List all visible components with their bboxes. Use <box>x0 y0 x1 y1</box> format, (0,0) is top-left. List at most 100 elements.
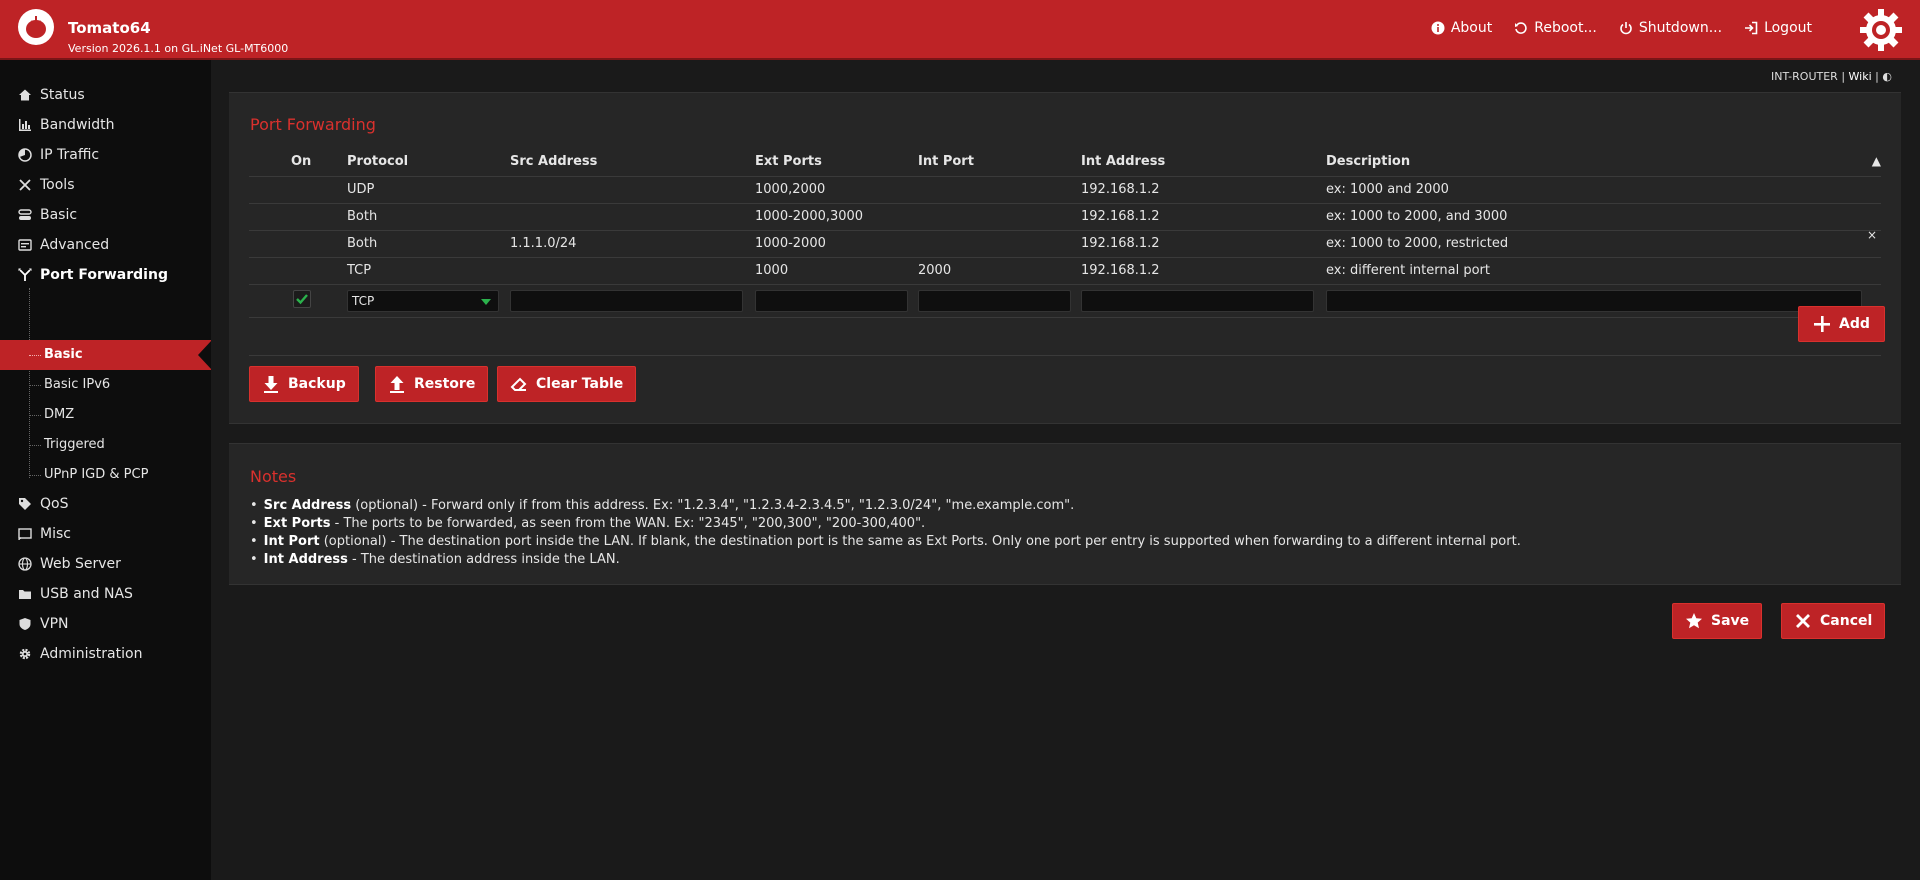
table-row[interactable]: TCP 1000 2000 192.168.1.2 ex: different … <box>249 257 1881 285</box>
row-spacer <box>249 203 291 231</box>
sidebar-subitem-dmz[interactable]: DMZ <box>44 407 74 422</box>
star-icon <box>1686 613 1702 629</box>
cancel-button[interactable]: Cancel <box>1781 603 1886 639</box>
sidebar-item-administration[interactable]: Administration <box>18 644 142 664</box>
cell-ext <box>755 284 918 318</box>
sidebar-item-tools[interactable]: Tools <box>18 175 75 195</box>
col-ext-ports[interactable]: Ext Ports <box>755 148 918 177</box>
sidebar-item-qos[interactable]: QoS <box>18 494 68 514</box>
col-src-address[interactable]: Src Address <box>510 148 755 177</box>
cell-int-addr <box>1081 284 1326 318</box>
sidebar-subitem-triggered[interactable]: Triggered <box>44 437 105 452</box>
sidebar-item-port-forwarding[interactable]: Port Forwarding <box>18 265 168 285</box>
sidebar-item-status[interactable]: Status <box>18 85 85 105</box>
notes-title: Notes <box>250 467 297 486</box>
table-row[interactable]: Both 1000-2000,3000 192.168.1.2 ex: 1000… <box>249 203 1881 231</box>
sidebar-item-advanced[interactable]: Advanced <box>18 235 109 255</box>
int-address-input[interactable] <box>1081 289 1314 312</box>
port-forwarding-panel: Port Forwarding On Protocol Src Address … <box>229 92 1901 424</box>
sidebar-item-web-server[interactable]: Web Server <box>18 554 121 574</box>
col-description[interactable]: Description ▲ <box>1326 148 1881 177</box>
sidebar-item-usb-nas[interactable]: USB and NAS <box>18 584 133 604</box>
crumb-separator: | <box>1841 70 1846 83</box>
note-text: (optional) - Forward only if from this a… <box>351 498 1075 513</box>
cell-desc: ex: different internal port <box>1326 257 1881 285</box>
cell-on <box>291 230 347 258</box>
sidebar-label: Port Forwarding <box>40 267 168 283</box>
sidebar-item-vpn[interactable]: VPN <box>18 614 69 634</box>
sidebar-label: VPN <box>40 616 69 632</box>
shutdown-link[interactable]: Shutdown... <box>1619 20 1722 36</box>
top-nav: About Reboot... Shutdown... Logout <box>1431 20 1812 36</box>
cell-int-addr: 192.168.1.2 <box>1081 257 1326 285</box>
restore-button[interactable]: Restore <box>375 366 489 402</box>
backup-button[interactable]: Backup <box>249 366 359 402</box>
col-on[interactable]: On <box>291 148 347 177</box>
sidebar-label: Misc <box>40 526 71 542</box>
table-header-row: On Protocol Src Address Ext Ports Int Po… <box>249 148 1881 177</box>
table-row[interactable]: Both 1.1.1.0/24 1000-2000 192.168.1.2 ex… <box>249 228 1881 258</box>
row-delete-icon[interactable]: × <box>1867 228 1877 242</box>
table-row[interactable]: UDP 1000,2000 192.168.1.2 ex: 1000 and 2… <box>249 176 1881 204</box>
sliders-icon <box>18 239 32 251</box>
sidebar-label: Web Server <box>40 556 121 572</box>
wiki-link[interactable]: Wiki <box>1849 70 1872 83</box>
sidebar-item-ip-traffic[interactable]: IP Traffic <box>18 145 99 165</box>
tree-branch <box>29 475 41 476</box>
app-title: Tomato64 <box>68 19 151 37</box>
note-item: Int Port (optional) - The destination po… <box>250 533 1521 551</box>
tree-branch <box>29 355 41 356</box>
description-input[interactable] <box>1326 289 1862 312</box>
sidebar-item-basic[interactable]: Basic <box>18 205 77 225</box>
sidebar-subitem-basic-ipv6[interactable]: Basic IPv6 <box>44 377 110 392</box>
cell-int-port: 2000 <box>918 257 1081 285</box>
cell-protocol: Both <box>347 230 510 258</box>
col-int-port[interactable]: Int Port <box>918 148 1081 177</box>
theme-toggle-icon[interactable]: ◐ <box>1882 70 1892 83</box>
tree-branch <box>29 445 41 446</box>
fork-icon <box>18 268 32 281</box>
add-button[interactable]: Add <box>1798 306 1885 342</box>
col-description-label: Description <box>1326 154 1411 170</box>
notes-list: Src Address (optional) - Forward only if… <box>250 497 1521 569</box>
cell-protocol: TCP <box>347 284 510 318</box>
cell-desc-text: ex: 1000 to 2000, restricted <box>1326 236 1509 251</box>
sidebar-label: Bandwidth <box>40 117 115 133</box>
reboot-link[interactable]: Reboot... <box>1514 20 1597 36</box>
sidebar-subitem-upnp[interactable]: UPnP IGD & PCP <box>44 467 148 482</box>
main-content: INT-ROUTER | Wiki | ◐ Port Forwarding On… <box>211 60 1920 880</box>
reboot-label: Reboot... <box>1534 20 1597 36</box>
shield-icon <box>19 618 31 630</box>
ext-ports-input[interactable] <box>755 289 908 312</box>
plus-icon <box>1814 316 1830 332</box>
restore-label: Restore <box>414 376 476 392</box>
src-address-input[interactable] <box>510 289 743 312</box>
sidebar-item-misc[interactable]: Misc <box>18 524 71 544</box>
protocol-select[interactable]: TCP <box>347 289 499 312</box>
about-link[interactable]: About <box>1431 20 1492 36</box>
note-term: Int Port <box>263 534 320 549</box>
sort-asc-icon[interactable]: ▲ <box>1872 154 1881 168</box>
close-icon <box>1796 614 1810 628</box>
cast-icon <box>18 528 32 541</box>
cell-protocol: TCP <box>347 257 510 285</box>
col-int-address[interactable]: Int Address <box>1081 148 1326 177</box>
save-button[interactable]: Save <box>1672 603 1763 639</box>
clear-table-button[interactable]: Clear Table <box>497 366 637 402</box>
cell-src <box>510 203 755 231</box>
enable-checkbox[interactable] <box>293 290 311 308</box>
cell-src <box>510 176 755 204</box>
int-port-input[interactable] <box>918 289 1071 312</box>
sidebar-label: Tools <box>40 177 75 193</box>
logout-link[interactable]: Logout <box>1744 20 1812 36</box>
sidebar-subitem-basic-active[interactable]: Basic <box>0 340 212 370</box>
panel-title: Port Forwarding <box>250 115 376 134</box>
sidebar-item-bandwidth[interactable]: Bandwidth <box>18 115 115 135</box>
crumb-separator: | <box>1875 70 1879 83</box>
sidebar-label: Basic <box>40 207 78 223</box>
cell-int-port <box>918 230 1081 258</box>
cell-on <box>291 176 347 204</box>
cell-ext: 1000-2000,3000 <box>755 203 918 231</box>
notes-panel: Notes Src Address (optional) - Forward o… <box>229 443 1901 585</box>
col-protocol[interactable]: Protocol <box>347 148 510 177</box>
